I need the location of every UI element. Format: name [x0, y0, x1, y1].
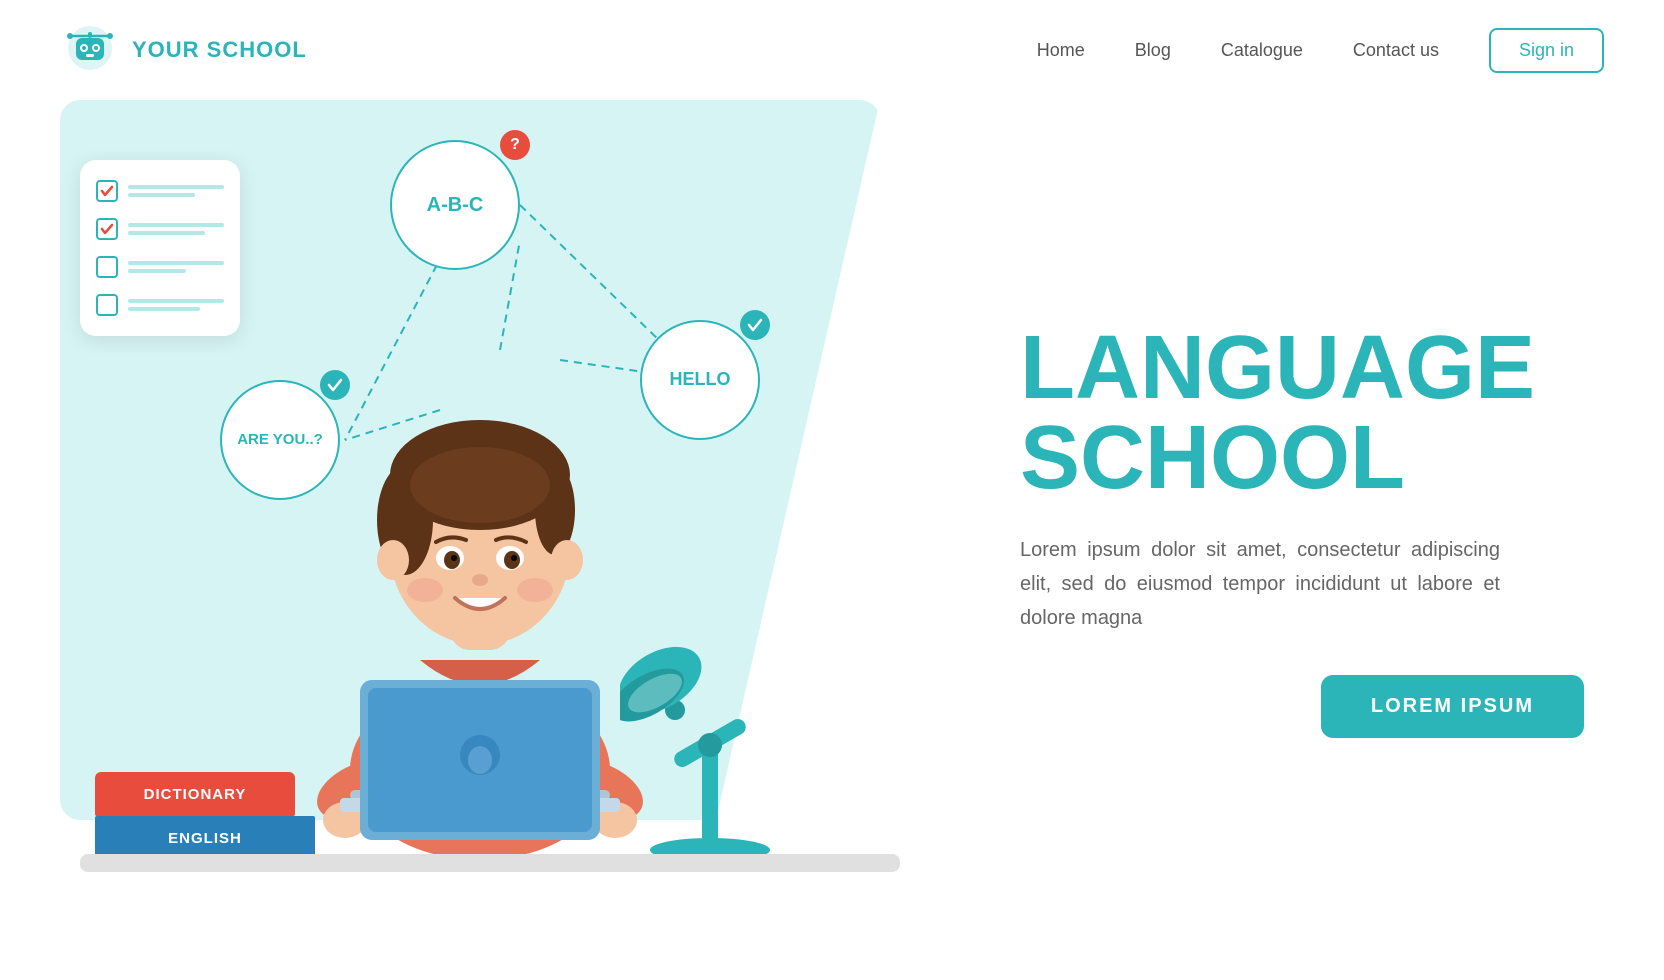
cta-button[interactable]: LOREM IPSUM [1321, 675, 1584, 738]
logo[interactable]: YOUR SCHOOL [60, 20, 307, 80]
checkbox-4 [96, 294, 118, 316]
desk-surface [80, 854, 900, 872]
checkbox-2 [96, 218, 118, 240]
checklist-card [80, 160, 240, 336]
book-dictionary: DICTIONARY [95, 772, 295, 816]
checkbox-3 [96, 256, 118, 278]
sign-in-button[interactable]: Sign in [1489, 28, 1604, 73]
logo-text: YOUR SCHOOL [132, 37, 307, 63]
desk-lamp [620, 545, 800, 865]
main-nav: Home Blog Catalogue Contact us Sign in [1037, 28, 1604, 73]
nav-home[interactable]: Home [1037, 40, 1085, 61]
headline: LANGUAGE SCHOOL [1020, 323, 1584, 503]
checklist-item-1 [96, 180, 224, 202]
right-content: LANGUAGE SCHOOL Lorem ipsum dolor sit am… [960, 100, 1664, 960]
hero-description: Lorem ipsum dolor sit amet, consectetur … [1020, 533, 1500, 635]
checkbox-1 [96, 180, 118, 202]
logo-icon [60, 20, 120, 80]
bubble-abc: A-B-C ? [390, 140, 520, 270]
checklist-item-3 [96, 256, 224, 278]
abc-badge: ? [500, 130, 530, 160]
illustration-area: A-B-C ? HELLO ARE YOU..? [0, 100, 960, 960]
checklist-item-2 [96, 218, 224, 240]
nav-blog[interactable]: Blog [1135, 40, 1171, 61]
checklist-item-4 [96, 294, 224, 316]
nav-catalogue[interactable]: Catalogue [1221, 40, 1303, 61]
hello-badge [740, 310, 770, 340]
nav-contact[interactable]: Contact us [1353, 40, 1439, 61]
books-stack: DICTIONARY ENGLISH [95, 772, 315, 860]
